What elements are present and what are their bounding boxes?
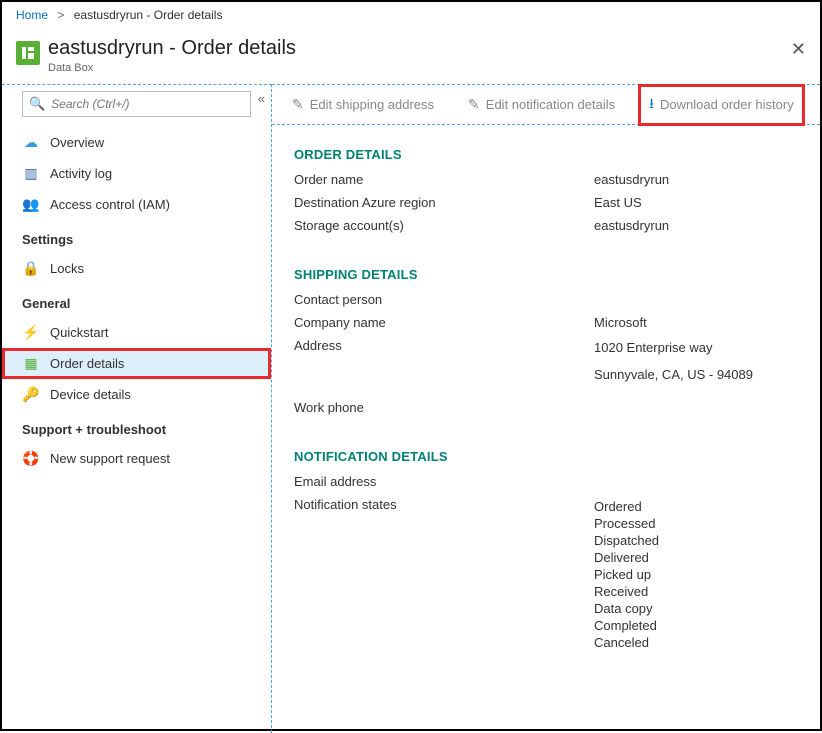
sidebar-item-label: Activity log [50,166,112,181]
sidebar-item-locks[interactable]: 🔒 Locks [2,253,271,284]
row-company: Company name Microsoft [294,315,798,330]
field-value [594,292,798,307]
sidebar-item-label: Quickstart [50,325,109,340]
sidebar-item-device-details[interactable]: 🔑 Device details [2,379,271,410]
sidebar: « 🔍 ☁ Overview ▥ Activity log 👥 Access c… [2,84,272,733]
field-label: Work phone [294,400,594,415]
page-subtitle: Data Box [48,62,296,74]
section-title-order: ORDER DETAILS [294,147,798,162]
state-item: Ordered [594,499,798,514]
page-title: eastusdryrun - Order details [48,37,296,60]
field-label: Order name [294,172,594,187]
sidebar-group-settings: Settings [2,220,271,253]
state-item: Processed [594,516,798,531]
breadcrumb-home[interactable]: Home [16,8,48,22]
field-value: East US [594,195,798,210]
close-button[interactable]: ✕ [791,39,806,60]
toolbar-label: Edit shipping address [310,97,434,112]
state-item: Delivered [594,550,798,565]
section-title-shipping: SHIPPING DETAILS [294,267,798,282]
download-order-history-button[interactable]: ⭳ Download order history [643,89,800,121]
state-item: Completed [594,618,798,633]
breadcrumb: Home > eastusdryrun - Order details [2,2,820,29]
sidebar-item-overview[interactable]: ☁ Overview [2,127,271,158]
row-address: Address 1020 Enterprise way Sunnyvale, C… [294,338,798,384]
sidebar-search[interactable]: 🔍 [22,91,251,117]
sidebar-item-label: Locks [50,261,84,276]
page-header: eastusdryrun - Order details Data Box ✕ [2,29,820,84]
field-label: Destination Azure region [294,195,594,210]
overview-icon: ☁ [22,134,40,151]
activity-log-icon: ▥ [22,165,40,182]
sidebar-item-label: Access control (IAM) [50,197,170,212]
field-value: 1020 Enterprise way Sunnyvale, CA, US - … [594,338,798,384]
field-label: Email address [294,474,594,489]
state-item: Received [594,584,798,599]
field-value [594,400,798,415]
support-icon: 🛟 [22,450,40,467]
row-phone: Work phone [294,400,798,415]
field-label: Company name [294,315,594,330]
sidebar-group-general: General [2,284,271,317]
field-value: eastusdryrun [594,172,798,187]
search-icon: 🔍 [29,96,45,112]
field-label: Notification states [294,497,594,652]
row-region: Destination Azure region East US [294,195,798,210]
sidebar-item-quickstart[interactable]: ⚡ Quickstart [2,317,271,348]
state-item: Canceled [594,635,798,650]
sidebar-item-label: Order details [50,356,124,371]
row-order-name: Order name eastusdryrun [294,172,798,187]
toolbar-label: Download order history [660,97,794,112]
state-item: Picked up [594,567,798,582]
sidebar-item-label: New support request [50,451,170,466]
breadcrumb-current: eastusdryrun - Order details [74,8,223,22]
field-value: eastusdryrun [594,218,798,233]
pencil-icon: ✎ [292,96,304,113]
sidebar-item-access-control[interactable]: 👥 Access control (IAM) [2,189,271,220]
sidebar-group-support: Support + troubleshoot [2,410,271,443]
sidebar-item-label: Device details [50,387,131,402]
field-value-list: Ordered Processed Dispatched Delivered P… [594,497,798,652]
edit-notification-button[interactable]: ✎ Edit notification details [462,92,621,117]
field-value: Microsoft [594,315,798,330]
sidebar-item-label: Overview [50,135,104,150]
row-email: Email address [294,474,798,489]
order-details-icon: ▦ [22,355,40,372]
edit-shipping-button[interactable]: ✎ Edit shipping address [286,92,440,117]
sidebar-item-activity-log[interactable]: ▥ Activity log [2,158,271,189]
field-value [594,474,798,489]
state-item: Data copy [594,601,798,616]
pencil-icon: ✎ [468,96,480,113]
device-details-icon: 🔑 [22,386,40,403]
row-contact: Contact person [294,292,798,307]
download-icon: ⭳ [649,93,654,117]
toolbar-label: Edit notification details [486,97,615,112]
sidebar-item-new-support-request[interactable]: 🛟 New support request [2,443,271,474]
content: ✎ Edit shipping address ✎ Edit notificat… [272,84,820,733]
toolbar: ✎ Edit shipping address ✎ Edit notificat… [272,85,820,125]
row-notification-states: Notification states Ordered Processed Di… [294,497,798,652]
section-title-notification: NOTIFICATION DETAILS [294,449,798,464]
access-control-icon: 👥 [22,196,40,213]
breadcrumb-separator: > [57,8,64,22]
sidebar-item-order-details[interactable]: ▦ Order details [2,348,271,379]
address-line1: 1020 Enterprise way [594,340,798,355]
quickstart-icon: ⚡ [22,324,40,341]
field-label: Address [294,338,594,384]
field-label: Contact person [294,292,594,307]
collapse-sidebar-button[interactable]: « [258,91,265,106]
content-body: ORDER DETAILS Order name eastusdryrun De… [272,125,820,674]
address-line2: Sunnyvale, CA, US - 94089 [594,367,798,382]
row-storage: Storage account(s) eastusdryrun [294,218,798,233]
locks-icon: 🔒 [22,260,40,277]
resource-icon [16,41,40,65]
search-input[interactable] [51,97,244,111]
state-item: Dispatched [594,533,798,548]
field-label: Storage account(s) [294,218,594,233]
